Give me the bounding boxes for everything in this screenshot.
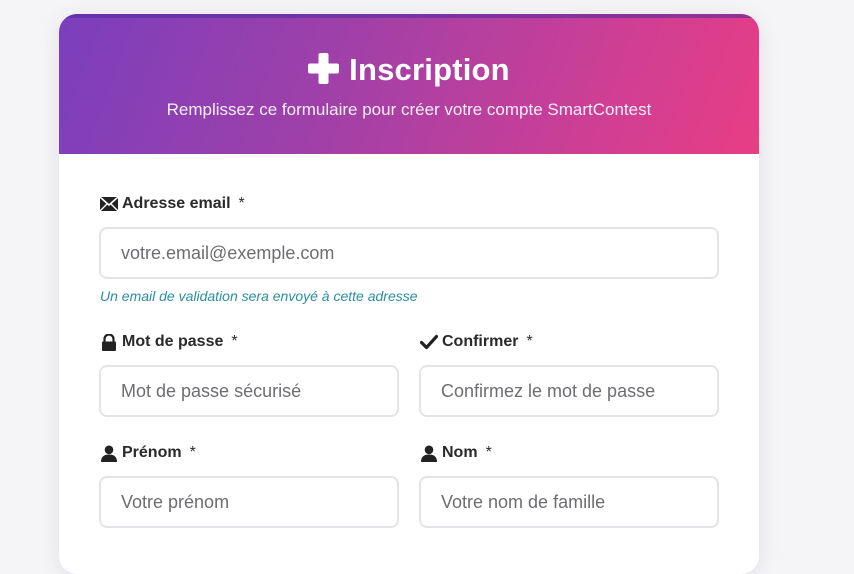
last-name-label-text: Nom [442, 444, 478, 461]
confirm-password-input[interactable] [419, 365, 719, 417]
confirm-required-mark: * [526, 333, 533, 350]
password-input[interactable] [99, 365, 399, 417]
email-label-text: Adresse email [122, 195, 231, 212]
confirm-label-text: Confirmer [442, 333, 519, 350]
header-top-border [59, 14, 759, 18]
password-required-mark: * [231, 333, 238, 350]
password-label-text: Mot de passe [122, 333, 224, 350]
first-name-label-text: Prénom [122, 444, 182, 461]
last-name-label: Nom * [420, 444, 492, 462]
last-name-input[interactable] [419, 476, 719, 528]
first-name-required-mark: * [189, 444, 196, 461]
user-icon [100, 445, 118, 462]
first-name-input[interactable] [99, 476, 399, 528]
first-name-label: Prénom * [100, 444, 196, 462]
password-label: Mot de passe * [100, 333, 238, 351]
lock-icon [100, 333, 118, 351]
page-title: Inscription [349, 52, 510, 87]
header-title-row: Inscription [59, 52, 759, 88]
envelope-icon [99, 196, 119, 212]
last-name-required-mark: * [485, 444, 492, 461]
confirm-label: Confirmer * [419, 333, 533, 351]
registration-card: Inscription Remplissez ce formulaire pou… [59, 14, 759, 574]
checkmark-icon [419, 334, 439, 350]
card-header: Inscription Remplissez ce formulaire pou… [59, 14, 759, 154]
email-input[interactable] [99, 227, 719, 279]
plus-icon [308, 52, 340, 84]
user-icon [420, 445, 438, 462]
email-hint: Un email de validation sera envoyé à cet… [100, 288, 418, 304]
page-subtitle: Remplissez ce formulaire pour créer votr… [166, 100, 652, 119]
email-label: Adresse email * [99, 195, 245, 213]
email-required-mark: * [238, 195, 245, 212]
